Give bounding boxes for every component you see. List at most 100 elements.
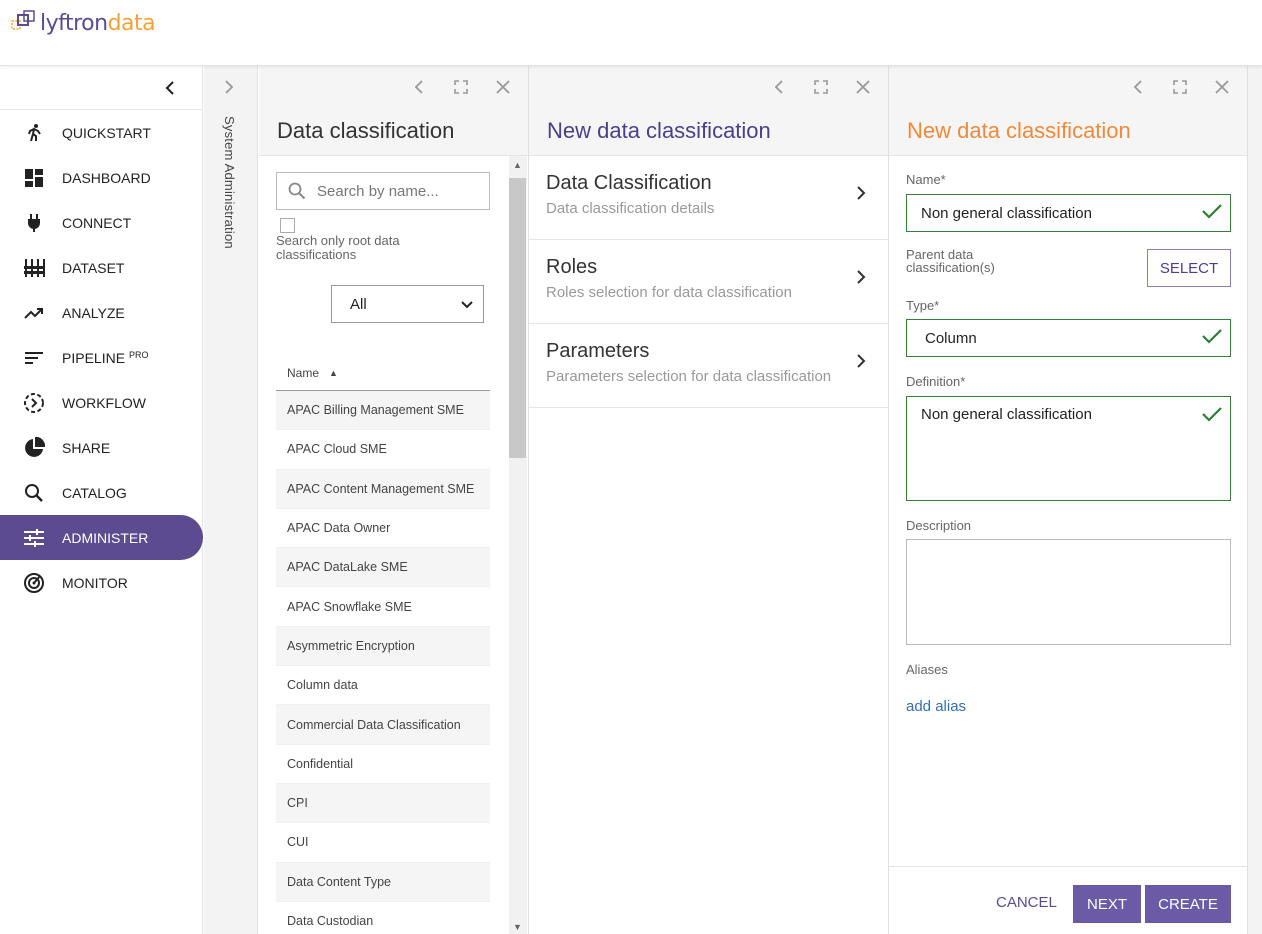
- step-subtitle: Data classification details: [546, 200, 715, 217]
- chevron-left-icon[interactable]: [1127, 76, 1149, 98]
- search-input[interactable]: [317, 182, 477, 200]
- lyftron-logo[interactable]: lyftrondata: [10, 8, 156, 38]
- sidebar-item-label: ADMINISTER: [62, 529, 149, 546]
- create-button[interactable]: CREATE: [1145, 885, 1231, 923]
- sidebar-item-label: DATASET: [62, 259, 125, 276]
- sidebar-item-dashboard[interactable]: DASHBOARD: [0, 155, 203, 200]
- step-roles[interactable]: Roles Roles selection for data classific…: [529, 240, 888, 324]
- panel-controls: [1127, 76, 1233, 98]
- sliders-icon: [22, 526, 46, 550]
- close-icon[interactable]: [492, 76, 514, 98]
- step-subtitle: Parameters selection for data classifica…: [546, 368, 832, 385]
- collapsed-panel-label: System Administration: [222, 116, 237, 249]
- step-title: Data Classification: [546, 172, 712, 194]
- chevron-right-icon: [856, 352, 866, 375]
- definition-field[interactable]: Non general classification: [906, 396, 1231, 501]
- collapse-sidebar-button[interactable]: [160, 78, 180, 98]
- type-field[interactable]: Column: [906, 319, 1231, 357]
- table-row[interactable]: Data Custodian: [276, 902, 490, 934]
- table-row[interactable]: Commercial Data Classification: [276, 705, 490, 745]
- chevron-right-icon[interactable]: [224, 80, 234, 99]
- wizard-steps-panel: New data classification Data Classificat…: [529, 66, 889, 934]
- aliases-label: Aliases: [906, 662, 948, 677]
- sidebar-item-analyze[interactable]: ANALYZE: [0, 290, 203, 335]
- search-box[interactable]: [276, 172, 490, 210]
- form-footer: CANCEL NEXT CREATE: [889, 866, 1248, 934]
- panel-header: New data classification: [889, 66, 1247, 156]
- name-field[interactable]: Non general classification: [906, 194, 1231, 232]
- next-button[interactable]: NEXT: [1073, 885, 1141, 923]
- name-column-header[interactable]: Name ▲: [276, 356, 490, 391]
- check-icon: [1202, 327, 1222, 350]
- type-label: Type*: [906, 298, 940, 313]
- panel-title: New data classification: [907, 118, 1131, 143]
- trending-icon: [22, 301, 46, 325]
- cancel-button[interactable]: CANCEL: [996, 894, 1057, 911]
- close-icon[interactable]: [1211, 76, 1233, 98]
- table-row[interactable]: CUI: [276, 823, 490, 863]
- panel-header: New data classification: [529, 66, 888, 156]
- sidebar-item-administer[interactable]: ADMINISTER: [0, 515, 203, 560]
- root-only-checkbox[interactable]: [280, 218, 295, 233]
- table-row[interactable]: APAC Billing Management SME: [276, 391, 490, 431]
- step-title: Parameters: [546, 340, 650, 362]
- description-label: Description: [906, 518, 972, 533]
- close-icon[interactable]: [852, 76, 874, 98]
- panel-header: Data classification: [259, 66, 528, 156]
- collapsed-panel[interactable]: System Administration: [204, 66, 258, 934]
- table-row[interactable]: APAC DataLake SME: [276, 548, 490, 588]
- name-label: Name*: [906, 172, 946, 187]
- add-alias-link[interactable]: add alias: [906, 698, 966, 715]
- dashboard-icon: [22, 166, 46, 190]
- sidebar-item-catalog[interactable]: CATALOG: [0, 470, 203, 515]
- root-only-label: Search only root data classifications: [276, 233, 400, 262]
- sidebar-item-workflow[interactable]: WORKFLOW: [0, 380, 203, 425]
- type-field-value: Column: [925, 329, 977, 347]
- step-parameters[interactable]: Parameters Parameters selection for data…: [529, 324, 888, 408]
- scroll-down-icon[interactable]: ▼: [513, 922, 522, 932]
- chevron-left-icon[interactable]: [408, 76, 430, 98]
- table-row[interactable]: APAC Snowflake SME: [276, 587, 490, 627]
- step-title: Roles: [546, 256, 598, 278]
- dataset-icon: [22, 256, 46, 280]
- sidebar-item-monitor[interactable]: MONITOR: [0, 560, 203, 605]
- data-classification-panel: Data classification Search only root dat…: [259, 66, 529, 934]
- sidebar-item-label: CATALOG: [62, 484, 127, 501]
- table-row[interactable]: Column data: [276, 666, 490, 706]
- sidebar-item-dataset[interactable]: DATASET: [0, 245, 203, 290]
- chevron-left-icon[interactable]: [768, 76, 790, 98]
- pie-icon: [22, 436, 46, 460]
- step-subtitle: Roles selection for data classification: [546, 284, 792, 301]
- sidebar-item-label: WORKFLOW: [62, 394, 146, 411]
- filter-select[interactable]: All: [331, 285, 484, 323]
- scroll-up-icon[interactable]: ▲: [513, 160, 522, 170]
- table-row[interactable]: APAC Content Management SME: [276, 469, 490, 509]
- sidebar-item-quickstart[interactable]: QUICKSTART: [0, 110, 203, 155]
- table-row[interactable]: Confidential: [276, 745, 490, 784]
- maximize-icon[interactable]: [810, 76, 832, 98]
- chevron-right-icon: [856, 184, 866, 207]
- maximize-icon[interactable]: [1169, 76, 1191, 98]
- step-data-classification[interactable]: Data Classification Data classification …: [529, 156, 888, 240]
- select-parent-button[interactable]: SELECT: [1147, 249, 1231, 287]
- sidebar-item-share[interactable]: SHARE: [0, 425, 203, 470]
- definition-label: Definition*: [906, 374, 966, 389]
- scrollbar-thumb[interactable]: [509, 178, 526, 458]
- search-icon: [22, 481, 46, 505]
- table-row[interactable]: Asymmetric Encryption: [276, 626, 490, 667]
- table-row[interactable]: Data Content Type: [276, 862, 490, 902]
- logo-text: lyftrondata: [40, 10, 156, 36]
- list-scrollbar[interactable]: ▲ ▼: [509, 156, 527, 934]
- sidebar-nav: QUICKSTART DASHBOARD CONNECT DATASET ANA…: [0, 110, 203, 605]
- sidebar-item-label: MONITOR: [62, 574, 128, 591]
- sidebar-item-label: CONNECT: [62, 214, 132, 231]
- table-row[interactable]: APAC Cloud SME: [276, 430, 490, 470]
- sidebar-item-label: PIPELINE: [62, 349, 126, 366]
- maximize-icon[interactable]: [450, 76, 472, 98]
- sidebar-item-pipeline[interactable]: PIPELINE PRO: [0, 335, 203, 380]
- table-row[interactable]: APAC Data Owner: [276, 509, 490, 549]
- table-row[interactable]: CPI: [276, 783, 490, 824]
- sidebar-item-connect[interactable]: CONNECT: [0, 200, 203, 245]
- description-field[interactable]: [906, 539, 1231, 645]
- pro-badge: PRO: [129, 349, 149, 360]
